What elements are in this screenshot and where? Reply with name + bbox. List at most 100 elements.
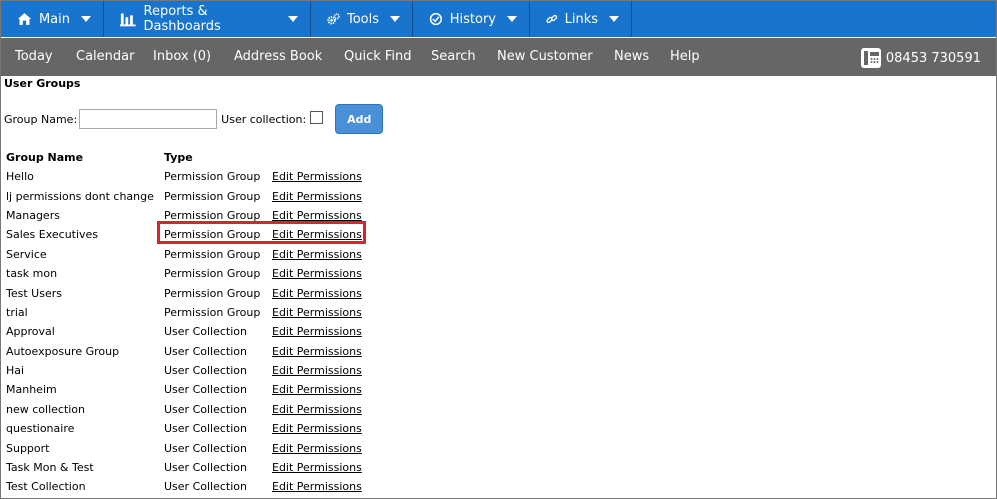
group-type-cell: User Collection — [164, 422, 247, 436]
group-name-cell: task mon — [6, 267, 58, 281]
home-icon — [17, 13, 32, 25]
subnav-address-book[interactable]: Address Book — [234, 49, 322, 64]
subnav-new-customer[interactable]: New Customer — [497, 49, 593, 64]
group-type-cell: User Collection — [164, 383, 247, 397]
subnav-today[interactable]: Today — [15, 49, 53, 64]
table-row: Hello Permission Group Edit Permissions — [4, 167, 364, 186]
add-button[interactable]: Add — [335, 104, 384, 134]
chevron-down-icon — [288, 16, 298, 22]
action-cell: Edit Permissions — [270, 245, 364, 264]
group-name-cell: Task Mon & Test — [6, 461, 94, 475]
action-cell: Edit Permissions — [270, 380, 364, 399]
chevron-down-icon — [609, 16, 619, 22]
edit-permissions-link[interactable]: Edit Permissions — [272, 228, 362, 241]
table-row: Service Permission Group Edit Permissions — [4, 245, 364, 264]
subnav-news[interactable]: News — [614, 49, 649, 64]
edit-permissions-link[interactable]: Edit Permissions — [272, 461, 362, 474]
group-name-cell: Approval — [6, 325, 55, 339]
edit-permissions-link[interactable]: Edit Permissions — [272, 422, 362, 435]
group-name-cell: Hello — [6, 170, 34, 184]
edit-permissions-link[interactable]: Edit Permissions — [272, 248, 362, 261]
table-row: new collection User Collection Edit Permis… — [4, 400, 364, 419]
subnav-calendar[interactable]: Calendar — [76, 49, 134, 64]
group-type-cell: Permission Group — [164, 228, 261, 242]
phone-number: 08453 730591 — [860, 47, 981, 69]
table-row: Managers Permission Group Edit Permissions — [4, 206, 364, 225]
subnav-quick-find[interactable]: Quick Find — [344, 49, 412, 64]
edit-permissions-link[interactable]: Edit Permissions — [272, 306, 362, 319]
edit-permissions-link[interactable]: Edit Permissions — [272, 383, 362, 396]
nav-reports[interactable]: Reports & Dashboards — [104, 1, 311, 37]
add-group-form: Group Name: User collection: Add — [4, 104, 384, 134]
table-row: Test Collection User Collection Edit Permi… — [4, 477, 364, 496]
group-name-cell: Autoexposure Group — [6, 344, 120, 358]
table-row: Task Mon & Test User Collection Edit Permi… — [4, 458, 364, 477]
top-nav: Main Reports & Dashboards Tools History — [1, 1, 996, 37]
action-cell: Edit Permissions — [270, 438, 364, 457]
table-row: Test Users Permission Group Edit Permissio… — [4, 283, 364, 302]
group-name-label: Group Name: — [4, 112, 78, 126]
group-type-cell: Permission Group — [164, 189, 261, 203]
nav-links-label: Links — [564, 11, 598, 27]
table-row: lj permissions dont change Permission Gro… — [4, 186, 364, 205]
table-row: trial Permission Group Edit Permissions — [4, 303, 364, 322]
group-type-cell: User Collection — [164, 344, 247, 358]
edit-permissions-link[interactable]: Edit Permissions — [272, 287, 362, 300]
nav-main[interactable]: Main — [1, 1, 104, 37]
edit-permissions-link[interactable]: Edit Permissions — [272, 480, 362, 493]
group-name-cell: lj permissions dont change — [6, 189, 154, 203]
phone-icon — [860, 48, 881, 68]
group-name-input[interactable] — [79, 109, 218, 129]
action-cell: Edit Permissions — [270, 458, 364, 477]
chevron-down-icon — [81, 16, 91, 22]
gears-icon — [327, 13, 340, 25]
edit-permissions-link[interactable]: Edit Permissions — [272, 345, 362, 358]
group-type-cell: User Collection — [164, 325, 247, 339]
action-cell: Edit Permissions — [270, 477, 364, 496]
table-row: questionaire User Collection Edit Permissi… — [4, 419, 364, 438]
table-row: Manheim User Collection Edit Permissions — [4, 380, 364, 399]
table-header-row: Group Name Type — [4, 148, 364, 167]
column-header-type: Type — [164, 151, 193, 164]
bar-chart-icon — [120, 13, 136, 27]
sub-nav: Today Calendar Inbox (0) Address Book Qu… — [1, 38, 996, 76]
edit-permissions-link[interactable]: Edit Permissions — [272, 403, 362, 416]
edit-permissions-link[interactable]: Edit Permissions — [272, 267, 362, 280]
action-cell: Edit Permissions — [270, 264, 364, 283]
group-type-cell: User Collection — [164, 461, 247, 475]
nav-tools[interactable]: Tools — [311, 1, 413, 37]
table-row: Support User Collection Edit Permissions — [4, 438, 364, 457]
group-name-cell: Test Users — [6, 286, 62, 300]
group-type-cell: Permission Group — [164, 286, 261, 300]
edit-permissions-link[interactable]: Edit Permissions — [272, 209, 362, 222]
edit-permissions-link[interactable]: Edit Permissions — [272, 190, 362, 203]
group-name-cell: trial — [6, 305, 28, 319]
edit-permissions-link[interactable]: Edit Permissions — [272, 364, 362, 377]
nav-main-label: Main — [38, 11, 70, 27]
table-row: task mon Permission Group Edit Permissions — [4, 264, 364, 283]
group-type-cell: User Collection — [164, 441, 247, 455]
group-type-cell: Permission Group — [164, 267, 261, 281]
nav-links[interactable]: Links — [530, 1, 632, 37]
column-header-group-name: Group Name — [6, 151, 84, 164]
nav-history[interactable]: History — [413, 1, 530, 37]
table-row: Sales Executives Permission Group Edit Per… — [4, 225, 364, 244]
subnav-inbox[interactable]: Inbox (0) — [153, 49, 211, 64]
user-collection-checkbox[interactable] — [310, 110, 324, 124]
group-type-cell: User Collection — [164, 402, 247, 416]
edit-permissions-link[interactable]: Edit Permissions — [272, 442, 362, 455]
phone-number-text: 08453 730591 — [885, 50, 981, 66]
edit-permissions-link[interactable]: Edit Permissions — [272, 325, 362, 338]
subnav-help[interactable]: Help — [670, 49, 700, 64]
table-row: Approval User Collection Edit Permissions — [4, 322, 364, 341]
subnav-search[interactable]: Search — [431, 49, 476, 64]
chevron-down-icon — [390, 16, 400, 22]
nav-history-label: History — [449, 11, 496, 27]
group-type-cell: User Collection — [164, 364, 247, 378]
nav-tools-label: Tools — [346, 11, 379, 27]
link-icon — [546, 14, 558, 24]
action-cell: Edit Permissions — [270, 167, 364, 186]
edit-permissions-link[interactable]: Edit Permissions — [272, 170, 362, 183]
action-cell: Edit Permissions — [270, 322, 364, 341]
chevron-down-icon — [507, 16, 517, 22]
